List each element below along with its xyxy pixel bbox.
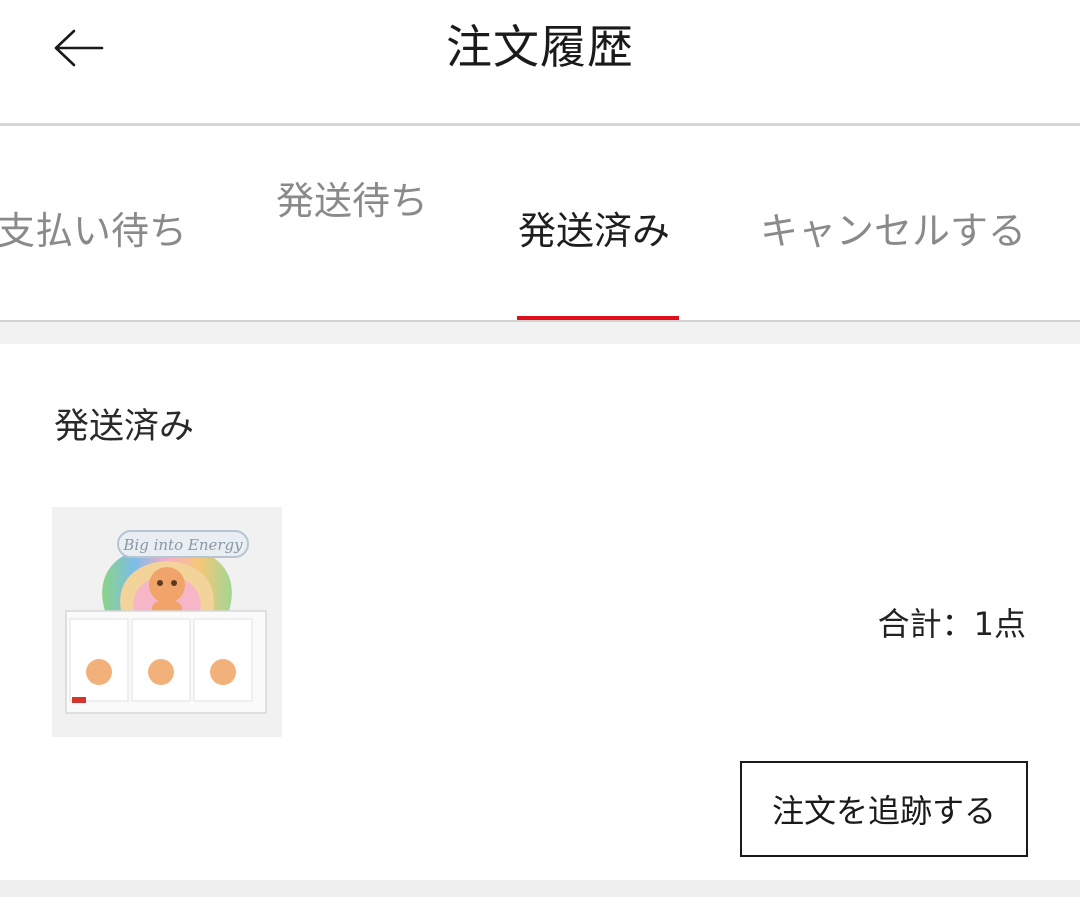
order-total: 合計：1点	[877, 605, 1026, 643]
bottom-separator	[0, 880, 1080, 897]
product-box-illustration: Big into Energy	[52, 507, 282, 737]
order-status-label: 発送済み	[54, 407, 195, 447]
top-bar: 注文履歴	[0, 0, 1080, 123]
tab-awaiting-payment[interactable]: 支払い待ち	[0, 206, 187, 256]
page-title: 注文履歴	[446, 20, 634, 74]
product-image[interactable]: Big into Energy	[52, 507, 282, 737]
order-status-tabs: 支払い待ち 発送待ち 発送済み キャンセルする	[0, 126, 1080, 320]
order-card: 発送済み Big into Energy 合計：1点 注文を追跡する	[0, 344, 1080, 880]
tab-awaiting-shipment[interactable]: 発送待ち	[276, 176, 428, 226]
track-order-button[interactable]: 注文を追跡する	[740, 761, 1028, 857]
product-logo-text: Big into Energy	[122, 536, 243, 554]
tab-cancelled[interactable]: キャンセルする	[760, 206, 1026, 256]
order-history-screen: 注文履歴 支払い待ち 発送待ち 発送済み キャンセルする 発送済み Big in…	[0, 0, 1080, 897]
tab-shipped[interactable]: 発送済み	[518, 206, 670, 256]
section-separator	[0, 322, 1080, 344]
